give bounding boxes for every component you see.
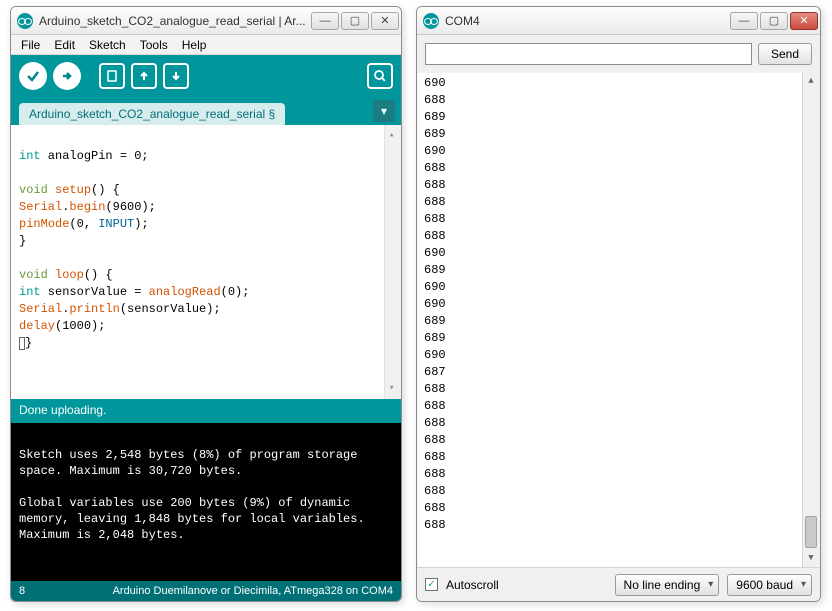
- minimize-button[interactable]: —: [730, 12, 758, 30]
- arduino-icon: [423, 13, 439, 29]
- serial-line: 688: [424, 466, 813, 483]
- arduino-ide-window: Arduino_sketch_CO2_analogue_read_serial …: [10, 6, 402, 602]
- serial-line: 688: [424, 194, 813, 211]
- menu-file[interactable]: File: [15, 37, 46, 53]
- tab-menu-button[interactable]: ▾: [373, 100, 395, 122]
- serial-line: 688: [424, 381, 813, 398]
- editor-scrollbar[interactable]: [384, 125, 401, 399]
- line-number: 8: [19, 585, 25, 597]
- tabbar: Arduino_sketch_CO2_analogue_read_serial …: [11, 97, 401, 125]
- board-info: Arduino Duemilanove or Diecimila, ATmega…: [113, 585, 393, 597]
- serial-line: 689: [424, 330, 813, 347]
- serial-line: 689: [424, 109, 813, 126]
- upload-button[interactable]: [53, 62, 81, 90]
- sketch-tab[interactable]: Arduino_sketch_CO2_analogue_read_serial …: [19, 103, 285, 125]
- arduino-icon: [17, 13, 33, 29]
- serial-line: 689: [424, 126, 813, 143]
- serial-line: 688: [424, 177, 813, 194]
- serial-line: 687: [424, 364, 813, 381]
- serial-line: 688: [424, 483, 813, 500]
- serial-line: 688: [424, 160, 813, 177]
- serial-monitor-window: COM4 — ▢ ✕ Send 690688689689690688688688…: [416, 6, 821, 602]
- maximize-button[interactable]: ▢: [760, 12, 788, 30]
- ide-footer: 8 Arduino Duemilanove or Diecimila, ATme…: [11, 581, 401, 601]
- serial-line: 689: [424, 262, 813, 279]
- serial-line: 690: [424, 296, 813, 313]
- serial-line: 690: [424, 143, 813, 160]
- serial-line: 688: [424, 415, 813, 432]
- serial-scrollbar[interactable]: ▲ ▼: [802, 73, 819, 567]
- menu-tools[interactable]: Tools: [134, 37, 174, 53]
- serial-line: 688: [424, 211, 813, 228]
- serial-line: 690: [424, 245, 813, 262]
- cursor: [19, 337, 25, 350]
- code-token: int: [19, 149, 41, 163]
- serial-output[interactable]: 6906886896896906886886886886886906896906…: [418, 73, 819, 567]
- serial-line: 690: [424, 75, 813, 92]
- serial-line: 689: [424, 313, 813, 330]
- close-button[interactable]: ✕: [371, 12, 399, 30]
- send-button[interactable]: Send: [758, 43, 812, 65]
- status-bar: Done uploading.: [11, 399, 401, 423]
- serial-monitor-button[interactable]: [367, 63, 393, 89]
- serial-line: 688: [424, 449, 813, 466]
- close-button[interactable]: ✕: [790, 12, 818, 30]
- serial-input[interactable]: [425, 43, 752, 65]
- ide-title: Arduino_sketch_CO2_analogue_read_serial …: [39, 14, 311, 28]
- menu-help[interactable]: Help: [176, 37, 213, 53]
- compiler-console[interactable]: Sketch uses 2,548 bytes (8%) of program …: [11, 423, 401, 581]
- new-button[interactable]: [99, 63, 125, 89]
- verify-button[interactable]: [19, 62, 47, 90]
- autoscroll-checkbox[interactable]: ✓: [425, 578, 438, 591]
- serial-line: 688: [424, 500, 813, 517]
- serial-line: 688: [424, 228, 813, 245]
- code-editor[interactable]: int analogPin = 0; void setup() { Serial…: [11, 125, 401, 399]
- serial-line: 688: [424, 92, 813, 109]
- send-row: Send: [417, 35, 820, 73]
- minimize-button[interactable]: —: [311, 12, 339, 30]
- serial-line: 688: [424, 398, 813, 415]
- scroll-up-icon[interactable]: ▲: [803, 73, 819, 90]
- ide-titlebar[interactable]: Arduino_sketch_CO2_analogue_read_serial …: [11, 7, 401, 35]
- serial-line: 690: [424, 279, 813, 296]
- toolbar: [11, 55, 401, 97]
- scroll-down-icon[interactable]: ▼: [803, 550, 819, 567]
- menubar: File Edit Sketch Tools Help: [11, 35, 401, 55]
- maximize-button[interactable]: ▢: [341, 12, 369, 30]
- serial-title: COM4: [445, 14, 730, 28]
- serial-line: 688: [424, 432, 813, 449]
- line-ending-select[interactable]: No line ending: [615, 574, 720, 596]
- save-button[interactable]: [163, 63, 189, 89]
- menu-edit[interactable]: Edit: [48, 37, 81, 53]
- menu-sketch[interactable]: Sketch: [83, 37, 132, 53]
- open-button[interactable]: [131, 63, 157, 89]
- serial-titlebar[interactable]: COM4 — ▢ ✕: [417, 7, 820, 35]
- serial-line: 690: [424, 347, 813, 364]
- autoscroll-label: Autoscroll: [446, 578, 499, 592]
- serial-line: 688: [424, 517, 813, 534]
- baud-select[interactable]: 9600 baud: [727, 574, 812, 596]
- serial-footer: ✓ Autoscroll No line ending 9600 baud: [417, 567, 820, 601]
- scroll-thumb[interactable]: [805, 516, 817, 548]
